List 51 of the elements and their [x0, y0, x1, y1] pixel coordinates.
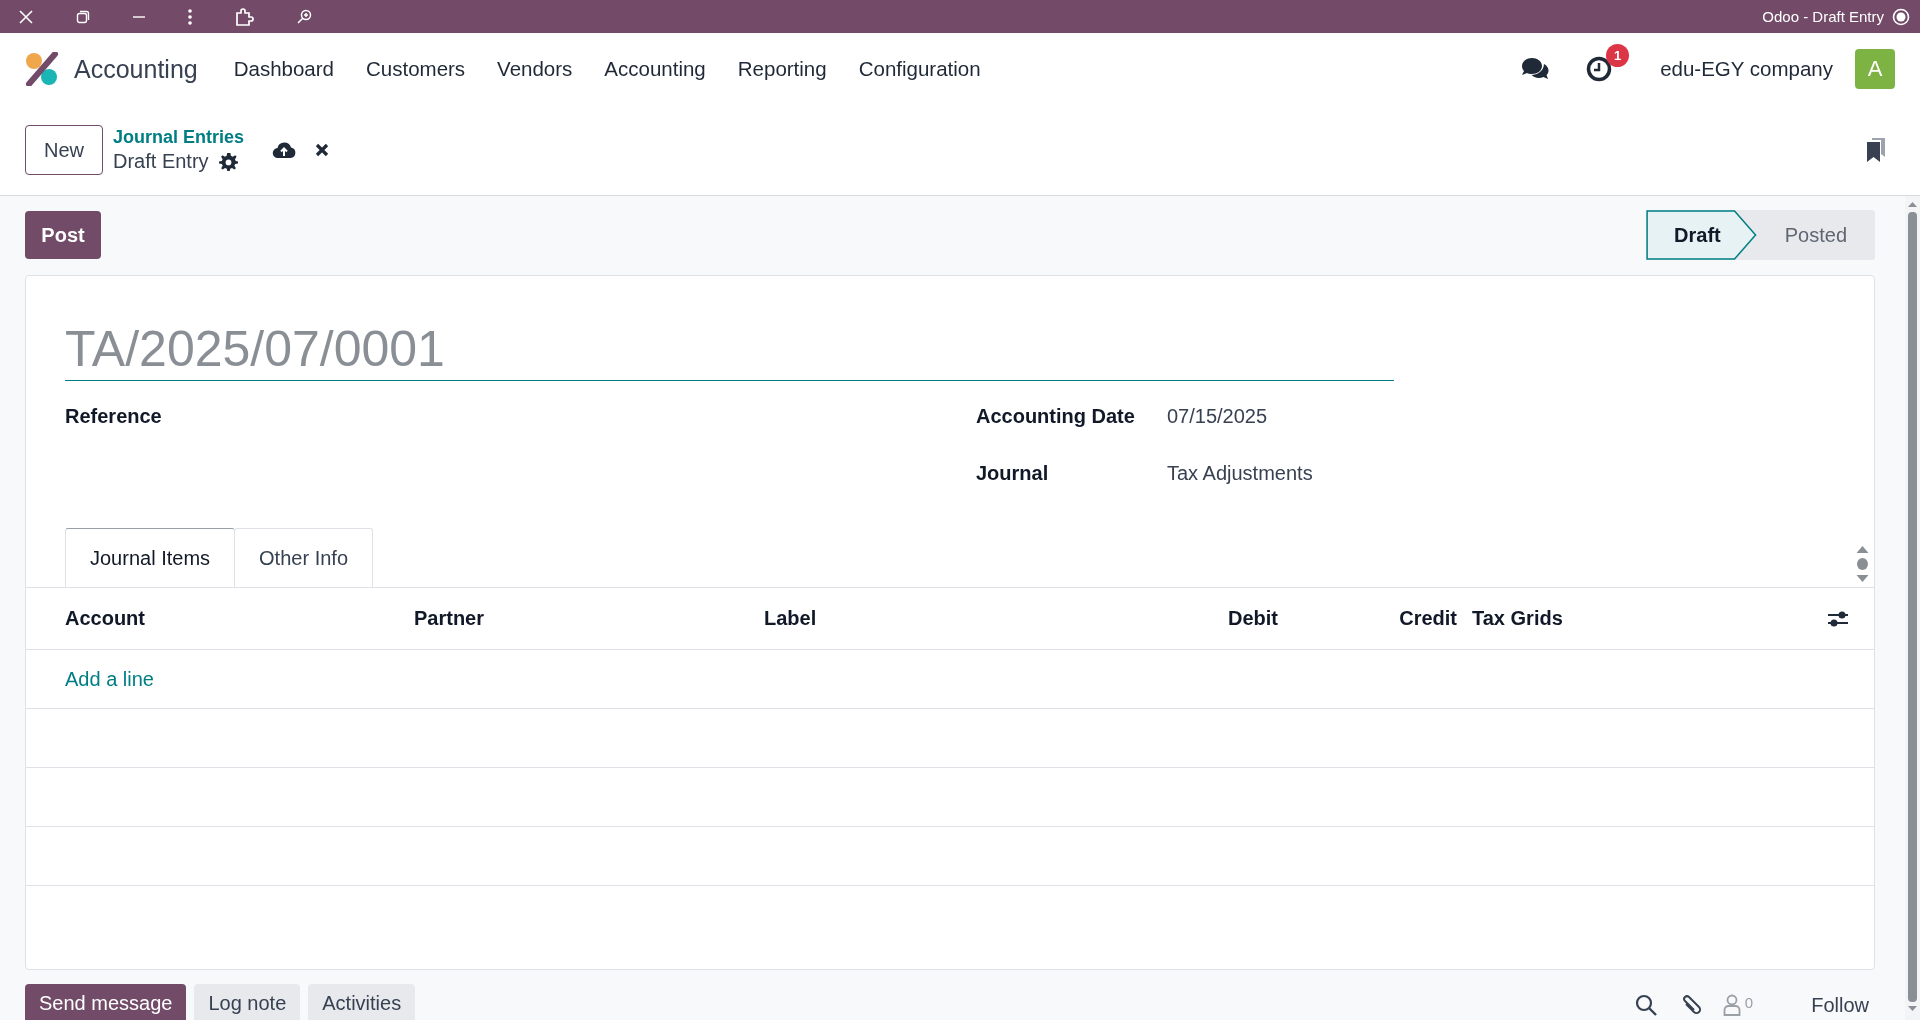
discard-icon[interactable] — [314, 142, 331, 158]
chat-icon[interactable] — [1520, 56, 1551, 82]
column-header[interactable]: Debit — [1132, 607, 1278, 630]
column-header[interactable]: Label — [764, 607, 1132, 630]
puzzle-icon[interactable] — [234, 6, 254, 27]
app-logo[interactable] — [25, 52, 59, 86]
more-icon[interactable] — [188, 8, 192, 25]
chatter-button[interactable]: Send message — [25, 984, 187, 1020]
close-icon[interactable] — [18, 8, 34, 25]
company-switcher[interactable]: edu-EGY company — [1660, 57, 1833, 81]
status-button[interactable]: Draft — [1646, 210, 1757, 260]
record-icon — [1892, 7, 1910, 26]
follow-button[interactable]: Follow — [1805, 992, 1875, 1018]
settings-icon[interactable] — [218, 152, 238, 171]
scroll-arrows-icon[interactable] — [1856, 545, 1869, 583]
field-label: Reference — [65, 405, 163, 428]
column-header[interactable]: Credit — [1278, 607, 1457, 630]
zoom-icon[interactable] — [296, 8, 312, 25]
menu-item[interactable]: Vendors — [481, 51, 589, 87]
cloud-upload-icon[interactable] — [272, 141, 297, 159]
column-header[interactable]: Partner — [414, 607, 764, 630]
notification-badge: 1 — [1606, 44, 1630, 67]
column-header[interactable]: Account — [26, 607, 414, 630]
chatter-button[interactable]: Activities — [308, 984, 416, 1020]
field-value[interactable]: 07/15/2025 — [1167, 405, 1268, 428]
window-title: Odoo - Draft Entry — [1762, 8, 1884, 25]
clock-icon[interactable] — [1586, 56, 1613, 82]
chatter-button[interactable]: Log note — [194, 984, 301, 1020]
field-label: Journal — [976, 462, 1050, 485]
status-button[interactable]: Posted — [1756, 210, 1875, 260]
record-name: Draft Entry — [113, 150, 209, 173]
follower-count: 0 — [1744, 994, 1754, 1011]
column-settings-icon[interactable] — [1827, 609, 1849, 628]
tab[interactable]: Journal Items — [65, 528, 236, 587]
menu-item[interactable]: Customers — [350, 51, 482, 87]
add-line-link[interactable]: Add a line — [65, 667, 154, 691]
tab[interactable]: Other Info — [234, 528, 373, 587]
field-label: Accounting Date — [976, 405, 1136, 428]
breadcrumb-link[interactable]: Journal Entries — [113, 127, 245, 148]
restore-icon[interactable] — [76, 9, 90, 24]
bookmark-icon[interactable] — [1865, 137, 1887, 163]
menu-item[interactable]: Configuration — [842, 51, 997, 87]
new-button[interactable]: New — [25, 125, 103, 175]
app-name[interactable]: Accounting — [74, 54, 198, 84]
column-header[interactable]: Tax Grids — [1457, 607, 1812, 630]
menu-item[interactable]: Dashboard — [217, 51, 350, 87]
search-icon[interactable] — [1634, 994, 1657, 1016]
post-button[interactable]: Post — [25, 211, 101, 259]
field-value[interactable]: Tax Adjustments — [1167, 462, 1313, 485]
menu-item[interactable]: Reporting — [721, 51, 843, 87]
menu-item[interactable]: Accounting — [588, 51, 722, 87]
